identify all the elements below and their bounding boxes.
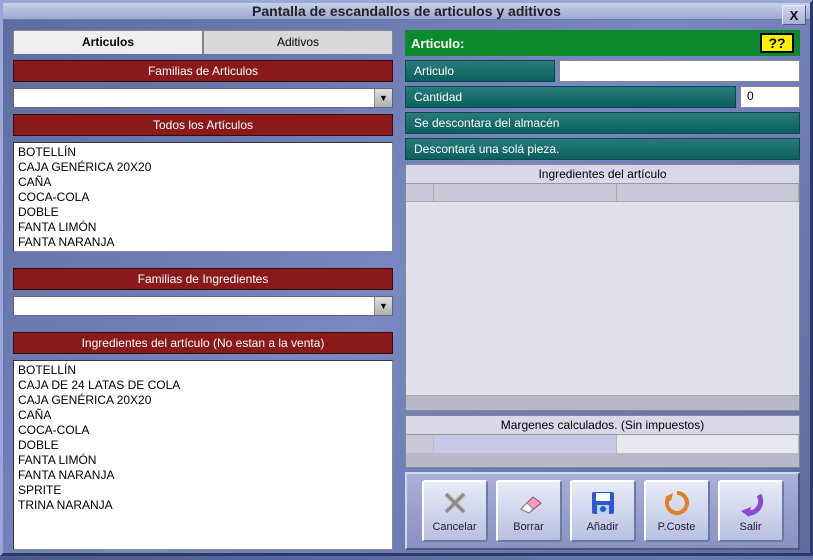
pcoste-button[interactable]: P.Coste xyxy=(644,480,710,542)
list-item[interactable]: CAÑA xyxy=(18,175,388,190)
tab-bar: Articulos Aditivos xyxy=(13,30,393,54)
list-item[interactable]: CAJA GENÉRICA 20X20 xyxy=(18,393,388,408)
tab-aditivos[interactable]: Aditivos xyxy=(203,30,393,54)
familias-ingredientes-input[interactable] xyxy=(14,297,374,315)
list-item[interactable]: FANTA NARANJA xyxy=(18,235,388,250)
pcoste-label: P.Coste xyxy=(658,521,696,533)
close-button[interactable]: X xyxy=(782,5,806,25)
anadir-label: Añadir xyxy=(587,521,619,533)
familias-ingredientes-header: Familias de Ingredientes xyxy=(13,268,393,290)
descontara-almacen-button[interactable]: Se descontara del almacén xyxy=(405,112,800,134)
grid-cell xyxy=(617,435,800,453)
grid-cell xyxy=(406,435,434,453)
margenes-grid-title: Margenes calculados. (Sin impuestos) xyxy=(406,416,799,435)
articulo-header: Articulo: ?? xyxy=(405,30,800,56)
table-row[interactable] xyxy=(406,435,799,453)
cantidad-label: Cantidad xyxy=(405,86,736,108)
left-column: Articulos Aditivos Familias de Articulos… xyxy=(13,30,393,550)
cancelar-button[interactable]: Cancelar xyxy=(422,480,488,542)
list-item[interactable]: FANTA LIMÓN xyxy=(18,220,388,235)
ingredientes-grid-head xyxy=(406,184,799,202)
tab-articulos[interactable]: Articulos xyxy=(13,30,203,54)
main-window: Pantalla de escandallos de articulos y a… xyxy=(0,0,813,556)
articulo-header-label: Articulo: xyxy=(411,36,464,51)
chevron-down-icon[interactable]: ▼ xyxy=(374,297,392,315)
familias-articulos-header: Familias de Articulos xyxy=(13,60,393,82)
titlebar: Pantalla de escandallos de articulos y a… xyxy=(3,3,810,20)
ingredientes-grid: Ingredientes del artículo xyxy=(405,164,800,411)
list-item[interactable]: DOBLE xyxy=(18,438,388,453)
list-item[interactable]: TRINA NARANJA xyxy=(18,498,388,513)
familias-articulos-input[interactable] xyxy=(14,89,374,107)
grid-cell xyxy=(434,435,617,453)
grid-head-cell[interactable] xyxy=(617,184,800,201)
list-item[interactable]: COCA-COLA xyxy=(18,190,388,205)
familias-ingredientes-combo[interactable]: ▼ xyxy=(13,296,393,316)
list-item[interactable]: BOTELLÍN xyxy=(18,363,388,378)
list-item[interactable]: BOTELLÍN xyxy=(18,145,388,160)
list-item[interactable]: CAJA GENÉRICA 20X20 xyxy=(18,160,388,175)
chevron-down-icon[interactable]: ▼ xyxy=(374,89,392,107)
window-title: Pantalla de escandallos de articulos y a… xyxy=(252,3,561,19)
ingredientes-grid-footer xyxy=(406,396,799,410)
list-item[interactable]: DOBLE xyxy=(18,205,388,220)
margenes-grid-footer xyxy=(406,453,799,467)
refresh-icon xyxy=(662,489,692,517)
ingredientes-grid-title: Ingredientes del artículo xyxy=(406,165,799,184)
grid-head-cell[interactable] xyxy=(434,184,617,201)
ingredientes-grid-body[interactable] xyxy=(406,202,799,396)
list-item[interactable]: COCA-COLA xyxy=(18,423,388,438)
articulo-label: Articulo xyxy=(405,60,555,82)
ingredientes-listbox[interactable]: BOTELLÍNCAJA DE 24 LATAS DE COLACAJA GEN… xyxy=(13,360,393,550)
salir-button[interactable]: Salir xyxy=(718,480,784,542)
list-item[interactable]: FANTA LIMÓN xyxy=(18,453,388,468)
familias-articulos-combo[interactable]: ▼ xyxy=(13,88,393,108)
descontara-pieza-button[interactable]: Descontará una solá pieza. xyxy=(405,138,800,160)
right-column: Articulo: ?? Articulo Cantidad 0 Se desc… xyxy=(405,30,800,550)
borrar-label: Borrar xyxy=(513,521,544,533)
list-item[interactable]: SPRITE xyxy=(18,483,388,498)
todos-articulos-header: Todos los Artículos xyxy=(13,114,393,136)
cantidad-value[interactable]: 0 xyxy=(740,86,800,108)
articulos-listbox[interactable]: BOTELLÍNCAJA GENÉRICA 20X20CAÑACOCA-COLA… xyxy=(13,142,393,252)
list-item[interactable]: CAÑA xyxy=(18,408,388,423)
exit-arrow-icon xyxy=(736,489,766,517)
list-item[interactable]: FANTA NARANJA xyxy=(18,468,388,483)
margenes-grid: Margenes calculados. (Sin impuestos) xyxy=(405,415,800,468)
anadir-button[interactable]: Añadir xyxy=(570,480,636,542)
cancelar-label: Cancelar xyxy=(432,521,476,533)
ingredientes-header: Ingredientes del artículo (No estan a la… xyxy=(13,332,393,354)
list-item[interactable]: CAJA DE 24 LATAS DE COLA xyxy=(18,378,388,393)
help-button[interactable]: ?? xyxy=(760,33,794,53)
eraser-icon xyxy=(514,489,544,517)
action-bar: Cancelar Borrar Añadir xyxy=(405,472,800,550)
cancel-x-icon xyxy=(440,489,470,517)
content-area: Articulos Aditivos Familias de Articulos… xyxy=(3,20,810,560)
salir-label: Salir xyxy=(739,521,761,533)
borrar-button[interactable]: Borrar xyxy=(496,480,562,542)
articulo-value[interactable] xyxy=(559,60,800,82)
grid-head-cell[interactable] xyxy=(406,184,434,201)
floppy-disk-icon xyxy=(588,489,618,517)
